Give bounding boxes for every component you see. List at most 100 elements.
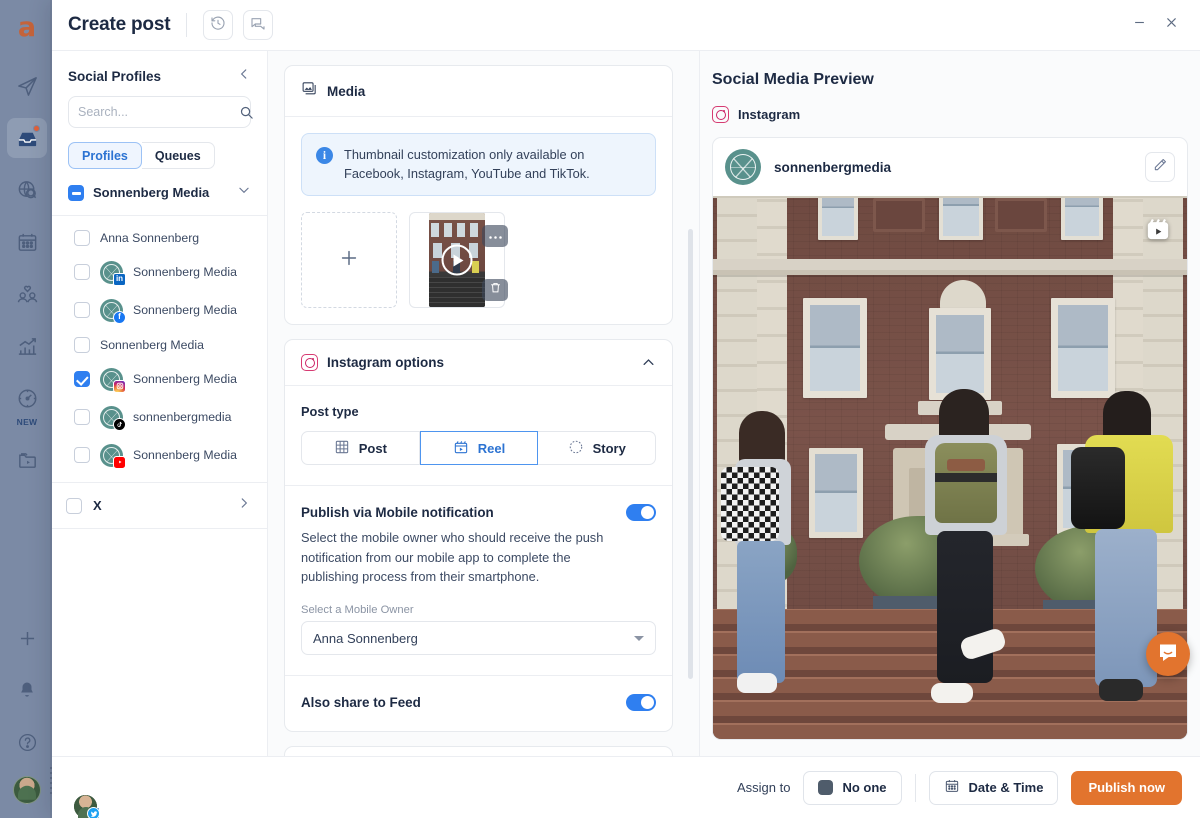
play-icon[interactable] bbox=[441, 244, 473, 276]
profile-group-x[interactable]: X bbox=[52, 483, 267, 529]
list-item[interactable]: in Anna Sonnenberg bbox=[52, 222, 267, 818]
group-checkbox-x[interactable] bbox=[66, 497, 82, 514]
share-to-feed-header: Also share to Feed bbox=[301, 694, 656, 712]
delete-media-button[interactable] bbox=[482, 279, 508, 302]
mobile-notification-toggle[interactable] bbox=[626, 504, 656, 522]
rail-item-publish[interactable] bbox=[7, 66, 47, 106]
profile-checkbox[interactable] bbox=[74, 371, 90, 387]
modal-body: Social Profiles Profiles Queues bbox=[52, 51, 1200, 818]
tab-queues[interactable]: Queues bbox=[141, 142, 215, 169]
rail-item-analytics[interactable] bbox=[7, 326, 47, 366]
group-label-x: X bbox=[93, 498, 102, 513]
tab-profiles[interactable]: Profiles bbox=[68, 142, 142, 169]
plus-icon bbox=[338, 247, 360, 274]
post-type-reel[interactable]: Reel bbox=[419, 431, 539, 466]
profile-checkbox[interactable] bbox=[74, 229, 90, 246]
comments-icon bbox=[250, 15, 266, 36]
bell-icon bbox=[17, 680, 37, 700]
instagram-options-header[interactable]: Instagram options bbox=[285, 340, 672, 387]
profile-group-sonnenberg-media[interactable]: Sonnenberg Media bbox=[52, 169, 267, 216]
profile-checkbox[interactable] bbox=[74, 409, 90, 425]
profile-name: Sonnenberg Media bbox=[133, 372, 237, 386]
mobile-owner-value: Anna Sonnenberg bbox=[313, 630, 418, 646]
sidebar-title: Social Profiles bbox=[68, 69, 162, 84]
add-media-button[interactable] bbox=[301, 212, 397, 309]
facebook-icon: f bbox=[113, 310, 126, 324]
profile-checkbox[interactable] bbox=[74, 447, 90, 463]
edit-preview-button[interactable] bbox=[1145, 152, 1175, 182]
sidebar-header: Social Profiles bbox=[52, 51, 267, 96]
chevron-right-icon bbox=[237, 496, 251, 515]
group-expand-button-x[interactable] bbox=[237, 496, 251, 515]
intercom-chat-button[interactable] bbox=[1146, 632, 1190, 676]
list-item[interactable]: Sonnenberg Media bbox=[52, 360, 267, 398]
profile-checkbox[interactable] bbox=[74, 302, 90, 318]
rail-item-listening[interactable] bbox=[7, 170, 47, 210]
profile-checkbox[interactable] bbox=[74, 336, 90, 353]
publish-icon bbox=[16, 75, 39, 98]
assignee-button[interactable]: No one bbox=[803, 770, 902, 805]
group-checkbox[interactable] bbox=[68, 184, 84, 201]
app-logo[interactable]: a bbox=[0, 0, 54, 54]
media-card-title: Media bbox=[327, 83, 366, 99]
close-button[interactable] bbox=[1158, 12, 1184, 38]
post-type-post-label: Post bbox=[358, 440, 387, 456]
modal-header: Create post bbox=[52, 0, 1200, 51]
group-expand-button[interactable] bbox=[237, 183, 251, 202]
rail-item-add[interactable] bbox=[7, 618, 47, 658]
sidebar-collapse-button[interactable] bbox=[237, 67, 251, 86]
post-type-post[interactable]: Post bbox=[301, 431, 420, 466]
mobile-notification-title: Publish via Mobile notification bbox=[301, 505, 494, 521]
composer-scrollbar[interactable] bbox=[688, 229, 693, 679]
mobile-owner-label: Select a Mobile Owner bbox=[301, 604, 414, 617]
listening-icon bbox=[16, 179, 39, 202]
chevron-up-icon[interactable] bbox=[641, 355, 656, 370]
twitter-icon bbox=[87, 807, 100, 818]
share-to-feed-title: Also share to Feed bbox=[301, 695, 421, 711]
avatar bbox=[725, 149, 761, 185]
instagram-icon bbox=[113, 379, 126, 393]
preview-handle: sonnenbergmedia bbox=[774, 159, 892, 175]
user-avatar[interactable] bbox=[13, 776, 41, 804]
comments-button[interactable] bbox=[243, 10, 274, 40]
search-input[interactable] bbox=[78, 105, 239, 119]
social-profiles-sidebar: Social Profiles Profiles Queues bbox=[52, 51, 268, 818]
share-to-feed-section: Also share to Feed bbox=[285, 675, 672, 731]
media-options-button[interactable] bbox=[482, 225, 508, 248]
media-thumbnail[interactable] bbox=[409, 212, 508, 309]
profile-name: Anna Sonnenberg bbox=[100, 230, 200, 245]
preview-title: Social Media Preview bbox=[712, 71, 874, 88]
profile-checkbox[interactable] bbox=[74, 264, 90, 280]
instagram-icon bbox=[712, 106, 729, 123]
reel-badge-icon bbox=[1145, 216, 1171, 247]
grid-icon bbox=[334, 439, 350, 458]
rail-item-calendar[interactable] bbox=[7, 222, 47, 262]
rail-item-benchmarks[interactable]: NEW bbox=[7, 378, 47, 427]
history-button[interactable] bbox=[203, 10, 234, 40]
assignee-label: No one bbox=[842, 780, 887, 795]
instagram-options-title: Instagram options bbox=[327, 355, 445, 371]
rail-item-notifications[interactable] bbox=[7, 670, 47, 710]
composer-scroll-area: Media i Thumbnail customization only ava… bbox=[268, 51, 699, 756]
list-item[interactable]: in Sonnenberg Media bbox=[52, 253, 267, 291]
list-item[interactable]: sonnenbergmedia bbox=[52, 398, 267, 436]
mobile-owner-select[interactable]: Anna Sonnenberg bbox=[301, 621, 656, 656]
rail-item-inbox[interactable] bbox=[7, 118, 47, 158]
post-type-story[interactable]: Story bbox=[538, 431, 657, 466]
post-type-label: Post type bbox=[301, 404, 359, 420]
preview-card-header: sonnenbergmedia bbox=[713, 138, 1187, 196]
rail-item-media-library[interactable] bbox=[7, 440, 47, 480]
post-type-story-label: Story bbox=[592, 440, 626, 456]
list-item[interactable]: Sonnenberg Media bbox=[52, 436, 267, 474]
publish-now-button[interactable]: Publish now bbox=[1071, 770, 1182, 805]
minimize-button[interactable] bbox=[1126, 12, 1152, 38]
list-item[interactable]: Sonnenberg Media bbox=[52, 329, 267, 818]
rail-item-audience[interactable] bbox=[7, 274, 47, 314]
list-item[interactable]: f Sonnenberg Media bbox=[52, 291, 267, 329]
rail-item-help[interactable] bbox=[7, 722, 47, 762]
date-time-button[interactable]: Date & Time bbox=[928, 770, 1059, 805]
search-box[interactable] bbox=[68, 96, 254, 128]
search-icon bbox=[239, 105, 254, 120]
inbox-notification-dot bbox=[33, 125, 40, 132]
share-to-feed-toggle[interactable] bbox=[626, 694, 656, 712]
